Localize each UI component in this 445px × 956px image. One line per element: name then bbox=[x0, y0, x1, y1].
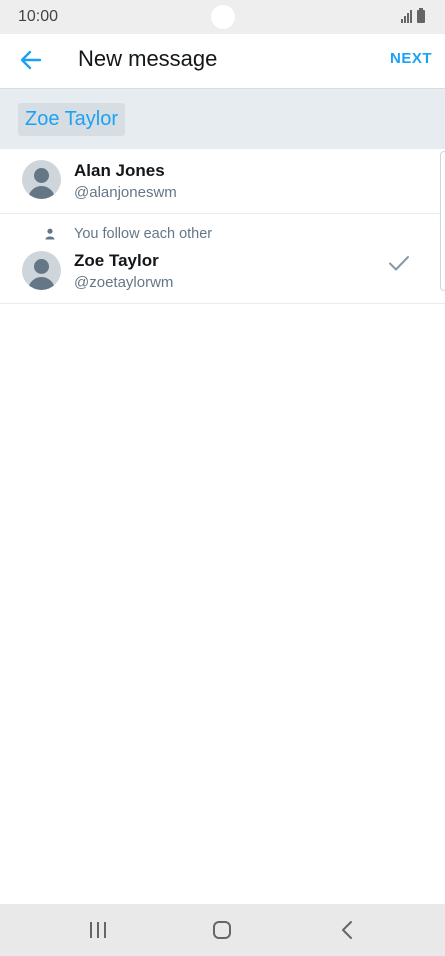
recent-apps-icon[interactable] bbox=[86, 919, 110, 941]
checkmark-icon bbox=[389, 256, 409, 271]
status-icons bbox=[401, 8, 425, 23]
avatar bbox=[22, 251, 61, 290]
battery-icon bbox=[417, 8, 425, 23]
home-icon[interactable] bbox=[210, 919, 234, 941]
status-time: 10:00 bbox=[18, 8, 59, 25]
avatar bbox=[22, 160, 61, 199]
camera-cutout bbox=[211, 5, 235, 29]
user-display-name: Zoe Taylor bbox=[74, 251, 159, 270]
status-bar: 10:00 bbox=[0, 0, 445, 34]
person-icon bbox=[45, 228, 55, 240]
back-icon[interactable] bbox=[336, 919, 360, 941]
user-row-zoe-taylor[interactable]: You follow each other Zoe Taylor @zoetay… bbox=[0, 214, 445, 304]
signal-icon bbox=[401, 9, 412, 23]
page-title: New message bbox=[78, 46, 218, 71]
system-nav-bar bbox=[0, 904, 445, 956]
user-results-list: Alan Jones @alanjoneswm You follow each … bbox=[0, 149, 445, 304]
app-header: New message NEXT bbox=[0, 34, 445, 89]
recipient-field[interactable]: Zoe Taylor bbox=[0, 89, 445, 149]
follow-context-label: You follow each other bbox=[74, 226, 213, 242]
user-row-alan-jones[interactable]: Alan Jones @alanjoneswm bbox=[0, 149, 445, 214]
recipient-chip[interactable]: Zoe Taylor bbox=[18, 103, 126, 136]
user-handle: @alanjoneswm bbox=[74, 184, 177, 201]
user-handle: @zoetaylorwm bbox=[74, 274, 174, 291]
scrollbar[interactable] bbox=[440, 151, 445, 291]
user-display-name: Alan Jones bbox=[74, 161, 165, 180]
arrow-left-icon[interactable] bbox=[18, 47, 44, 73]
next-button[interactable]: NEXT bbox=[390, 50, 432, 67]
